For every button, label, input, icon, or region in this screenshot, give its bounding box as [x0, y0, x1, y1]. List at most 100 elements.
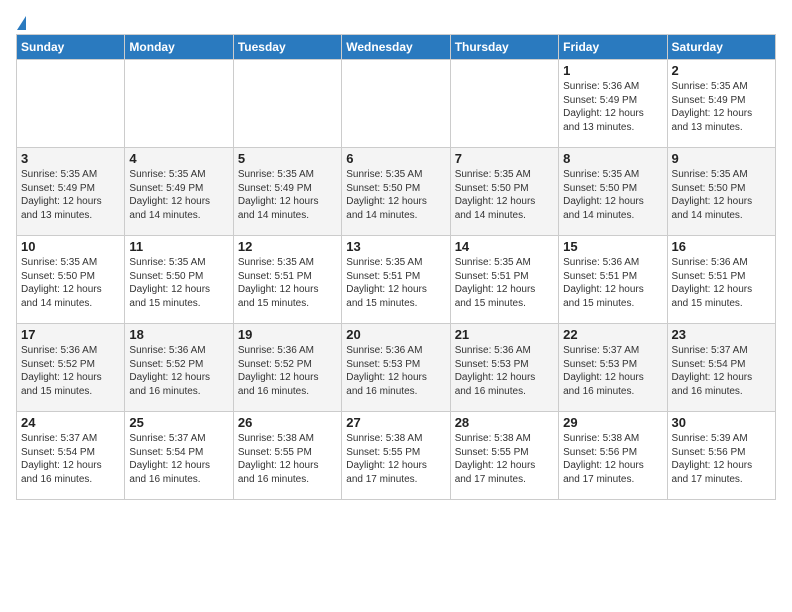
- calendar-cell: 4 Sunrise: 5:35 AM Sunset: 5:49 PM Daylig…: [125, 148, 233, 236]
- cell-info: Sunrise: 5:38 AM Sunset: 5:55 PM Dayligh…: [455, 432, 554, 486]
- day-number: 30: [672, 415, 771, 430]
- day-number: 11: [129, 239, 228, 254]
- calendar-cell: [125, 60, 233, 148]
- cell-info: Sunrise: 5:35 AM Sunset: 5:49 PM Dayligh…: [129, 168, 228, 222]
- calendar-cell: 27 Sunrise: 5:38 AM Sunset: 5:55 PM Dayli…: [342, 412, 450, 500]
- cell-info: Sunrise: 5:36 AM Sunset: 5:53 PM Dayligh…: [346, 344, 445, 398]
- calendar-cell: 30 Sunrise: 5:39 AM Sunset: 5:56 PM Dayli…: [667, 412, 775, 500]
- cell-info: Sunrise: 5:35 AM Sunset: 5:51 PM Dayligh…: [346, 256, 445, 310]
- cell-info: Sunrise: 5:35 AM Sunset: 5:50 PM Dayligh…: [346, 168, 445, 222]
- weekday-header-wednesday: Wednesday: [342, 35, 450, 60]
- calendar-cell: 14Sunrise: 5:35 AM Sunset: 5:51 PM Dayli…: [450, 236, 558, 324]
- calendar-cell: [233, 60, 341, 148]
- calendar-cell: 1 Sunrise: 5:36 AM Sunset: 5:49 PM Daylig…: [559, 60, 667, 148]
- cell-info: Sunrise: 5:37 AM Sunset: 5:53 PM Dayligh…: [563, 344, 662, 398]
- day-number: 28: [455, 415, 554, 430]
- calendar-cell: 18 Sunrise: 5:36 AM Sunset: 5:52 PM Dayli…: [125, 324, 233, 412]
- cell-info: Sunrise: 5:38 AM Sunset: 5:55 PM Dayligh…: [346, 432, 445, 486]
- cell-info: Sunrise: 5:35 AM Sunset: 5:50 PM Dayligh…: [455, 168, 554, 222]
- day-number: 5: [238, 151, 337, 166]
- weekday-header-thursday: Thursday: [450, 35, 558, 60]
- cell-info: Sunrise: 5:38 AM Sunset: 5:56 PM Dayligh…: [563, 432, 662, 486]
- cell-info: Sunrise: 5:37 AM Sunset: 5:54 PM Dayligh…: [129, 432, 228, 486]
- day-number: 7: [455, 151, 554, 166]
- calendar-cell: 10 Sunrise: 5:35 AM Sunset: 5:50 PM Dayli…: [17, 236, 125, 324]
- cell-info: Sunrise: 5:35 AM Sunset: 5:51 PM Dayligh…: [455, 256, 554, 310]
- calendar-cell: 6 Sunrise: 5:35 AM Sunset: 5:50 PM Daylig…: [342, 148, 450, 236]
- calendar-cell: 19 Sunrise: 5:36 AM Sunset: 5:52 PM Dayli…: [233, 324, 341, 412]
- day-number: 24: [21, 415, 120, 430]
- cell-info: Sunrise: 5:35 AM Sunset: 5:49 PM Dayligh…: [21, 168, 120, 222]
- calendar-cell: 20 Sunrise: 5:36 AM Sunset: 5:53 PM Dayli…: [342, 324, 450, 412]
- weekday-header-sunday: Sunday: [17, 35, 125, 60]
- calendar-cell: [17, 60, 125, 148]
- day-number: 13: [346, 239, 445, 254]
- day-number: 16: [672, 239, 771, 254]
- calendar-table: SundayMondayTuesdayWednesdayThursdayFrid…: [16, 34, 776, 500]
- cell-info: Sunrise: 5:35 AM Sunset: 5:49 PM Dayligh…: [672, 80, 771, 134]
- day-number: 1: [563, 63, 662, 78]
- cell-info: Sunrise: 5:35 AM Sunset: 5:50 PM Dayligh…: [129, 256, 228, 310]
- day-number: 8: [563, 151, 662, 166]
- calendar-cell: 17Sunrise: 5:36 AM Sunset: 5:52 PM Dayli…: [17, 324, 125, 412]
- logo: [16, 16, 27, 26]
- calendar-cell: 16 Sunrise: 5:36 AM Sunset: 5:51 PM Dayli…: [667, 236, 775, 324]
- calendar-cell: 5 Sunrise: 5:35 AM Sunset: 5:49 PM Daylig…: [233, 148, 341, 236]
- day-number: 12: [238, 239, 337, 254]
- cell-info: Sunrise: 5:35 AM Sunset: 5:49 PM Dayligh…: [238, 168, 337, 222]
- cell-info: Sunrise: 5:36 AM Sunset: 5:53 PM Dayligh…: [455, 344, 554, 398]
- calendar-week-row: 1 Sunrise: 5:36 AM Sunset: 5:49 PM Daylig…: [17, 60, 776, 148]
- calendar-cell: 23Sunrise: 5:37 AM Sunset: 5:54 PM Dayli…: [667, 324, 775, 412]
- cell-info: Sunrise: 5:35 AM Sunset: 5:50 PM Dayligh…: [563, 168, 662, 222]
- calendar-cell: 7 Sunrise: 5:35 AM Sunset: 5:50 PM Daylig…: [450, 148, 558, 236]
- weekday-header-saturday: Saturday: [667, 35, 775, 60]
- day-number: 29: [563, 415, 662, 430]
- calendar-cell: 3 Sunrise: 5:35 AM Sunset: 5:49 PM Daylig…: [17, 148, 125, 236]
- day-number: 15: [563, 239, 662, 254]
- calendar-week-row: 3 Sunrise: 5:35 AM Sunset: 5:49 PM Daylig…: [17, 148, 776, 236]
- day-number: 3: [21, 151, 120, 166]
- calendar-body: 1 Sunrise: 5:36 AM Sunset: 5:49 PM Daylig…: [17, 60, 776, 500]
- calendar-cell: 11 Sunrise: 5:35 AM Sunset: 5:50 PM Dayli…: [125, 236, 233, 324]
- day-number: 6: [346, 151, 445, 166]
- calendar-cell: 22 Sunrise: 5:37 AM Sunset: 5:53 PM Dayli…: [559, 324, 667, 412]
- calendar-week-row: 24 Sunrise: 5:37 AM Sunset: 5:54 PM Dayli…: [17, 412, 776, 500]
- cell-info: Sunrise: 5:36 AM Sunset: 5:52 PM Dayligh…: [129, 344, 228, 398]
- day-number: 25: [129, 415, 228, 430]
- calendar-cell: 24 Sunrise: 5:37 AM Sunset: 5:54 PM Dayli…: [17, 412, 125, 500]
- calendar-cell: 28 Sunrise: 5:38 AM Sunset: 5:55 PM Dayli…: [450, 412, 558, 500]
- cell-info: Sunrise: 5:39 AM Sunset: 5:56 PM Dayligh…: [672, 432, 771, 486]
- calendar-cell: 26 Sunrise: 5:38 AM Sunset: 5:55 PM Dayli…: [233, 412, 341, 500]
- day-number: 18: [129, 327, 228, 342]
- day-number: 20: [346, 327, 445, 342]
- calendar-cell: 21Sunrise: 5:36 AM Sunset: 5:53 PM Dayli…: [450, 324, 558, 412]
- calendar-cell: 2Sunrise: 5:35 AM Sunset: 5:49 PM Daylig…: [667, 60, 775, 148]
- calendar-week-row: 10 Sunrise: 5:35 AM Sunset: 5:50 PM Dayli…: [17, 236, 776, 324]
- day-number: 10: [21, 239, 120, 254]
- cell-info: Sunrise: 5:35 AM Sunset: 5:50 PM Dayligh…: [21, 256, 120, 310]
- calendar-cell: 13 Sunrise: 5:35 AM Sunset: 5:51 PM Dayli…: [342, 236, 450, 324]
- day-number: 23: [672, 327, 771, 342]
- weekday-header-friday: Friday: [559, 35, 667, 60]
- calendar-cell: 12 Sunrise: 5:35 AM Sunset: 5:51 PM Dayli…: [233, 236, 341, 324]
- cell-info: Sunrise: 5:36 AM Sunset: 5:52 PM Dayligh…: [238, 344, 337, 398]
- cell-info: Sunrise: 5:36 AM Sunset: 5:51 PM Dayligh…: [672, 256, 771, 310]
- weekday-header-monday: Monday: [125, 35, 233, 60]
- calendar-cell: 8 Sunrise: 5:35 AM Sunset: 5:50 PM Daylig…: [559, 148, 667, 236]
- day-number: 27: [346, 415, 445, 430]
- cell-info: Sunrise: 5:37 AM Sunset: 5:54 PM Dayligh…: [21, 432, 120, 486]
- day-number: 22: [563, 327, 662, 342]
- page-header: [16, 16, 776, 26]
- cell-info: Sunrise: 5:36 AM Sunset: 5:49 PM Dayligh…: [563, 80, 662, 134]
- calendar-cell: 25 Sunrise: 5:37 AM Sunset: 5:54 PM Dayli…: [125, 412, 233, 500]
- day-number: 17: [21, 327, 120, 342]
- cell-info: Sunrise: 5:35 AM Sunset: 5:50 PM Dayligh…: [672, 168, 771, 222]
- logo-icon: [17, 16, 26, 30]
- day-number: 19: [238, 327, 337, 342]
- day-number: 9: [672, 151, 771, 166]
- day-number: 4: [129, 151, 228, 166]
- cell-info: Sunrise: 5:35 AM Sunset: 5:51 PM Dayligh…: [238, 256, 337, 310]
- cell-info: Sunrise: 5:38 AM Sunset: 5:55 PM Dayligh…: [238, 432, 337, 486]
- day-number: 26: [238, 415, 337, 430]
- calendar-week-row: 17 Sunrise: 5:36 AM Sunset: 5:52 PM Dayli…: [17, 324, 776, 412]
